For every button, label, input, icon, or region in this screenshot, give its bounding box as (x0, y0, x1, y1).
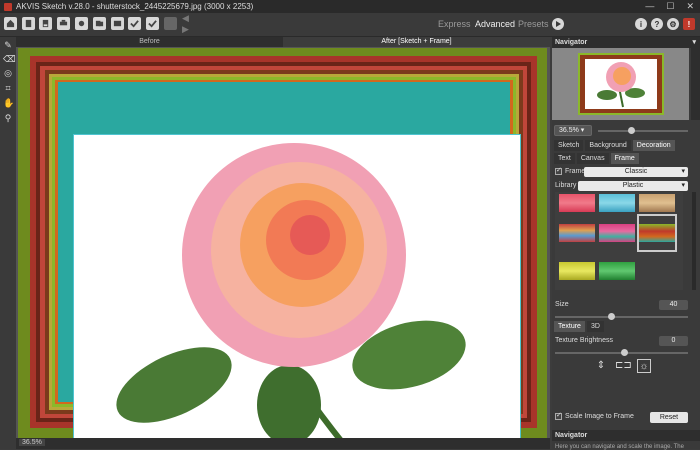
navigator-photo-thumbnail (585, 59, 657, 109)
tab-canvas[interactable]: Canvas (576, 153, 609, 164)
help-icon[interactable]: ? (651, 18, 663, 30)
size-slider[interactable] (555, 313, 688, 320)
size-slider-knob[interactable] (608, 313, 615, 320)
zoom-slider-knob[interactable] (628, 127, 635, 134)
preset-tan[interactable] (639, 194, 675, 212)
status-bar: 36.5% (16, 438, 550, 449)
texture-brightness-slider[interactable] (555, 349, 688, 356)
frame-presets-grid (555, 192, 683, 290)
run-play-icon[interactable] (552, 18, 564, 30)
eraser-tool-icon[interactable]: ⌫ (3, 54, 16, 64)
tab-texture[interactable]: Texture (554, 321, 585, 332)
share-icon[interactable] (75, 17, 88, 30)
navigator-header: Navigator ▾ (552, 37, 700, 48)
app-logo-icon (4, 2, 12, 11)
frame-checkbox[interactable] (555, 166, 562, 175)
tab-frame[interactable]: Frame (610, 153, 639, 164)
tab-after[interactable]: After [Sketch + Frame] (283, 37, 550, 47)
scale-image-label: Scale Image to Frame (565, 413, 634, 420)
reset-button[interactable]: Reset (650, 412, 688, 423)
mode-express-tab[interactable]: Express (438, 19, 471, 29)
preset-yellow[interactable] (559, 262, 595, 280)
zoom-tool-icon[interactable]: ⚲ (3, 113, 13, 123)
tab-decoration[interactable]: Decoration (632, 140, 675, 151)
fit-vertical-icon[interactable]: ⇕ (594, 359, 608, 373)
frame-label: Frame (565, 168, 586, 175)
stamp-tool-icon[interactable]: ◎ (3, 68, 13, 78)
preset-green[interactable] (599, 262, 635, 280)
apply-icon[interactable] (128, 17, 141, 30)
zoom-select[interactable]: 36.5% ▾ (554, 125, 592, 136)
print-icon[interactable] (57, 17, 70, 30)
open-icon[interactable] (22, 17, 35, 30)
mode-presets-tab[interactable]: Presets (518, 19, 549, 29)
zoom-level-status: 36.5% (19, 439, 45, 446)
zoom-slider[interactable] (598, 127, 688, 134)
close-button[interactable]: ✕ (686, 1, 694, 12)
undo-icon[interactable] (164, 17, 177, 30)
settings-tabs: Sketch Background Decoration (554, 140, 675, 151)
maximize-button[interactable]: ☐ (666, 1, 674, 12)
navigator-scroll[interactable] (691, 48, 700, 120)
preset-multicolor-2[interactable] (599, 224, 635, 242)
settings-panel: Navigator ▾ 36.5% ▾ Sketch Background De… (552, 37, 700, 450)
title-bar: AKVIS Sketch v.28.0 - shutterstock_24452… (0, 0, 700, 13)
tab-sketch[interactable]: Sketch (554, 140, 584, 151)
decoration-tabs: Text Canvas Frame (554, 153, 639, 164)
preset-cyan[interactable] (599, 194, 635, 212)
book-icon[interactable]: ⊏⊐ (615, 359, 632, 373)
save-icon[interactable] (39, 17, 52, 30)
preferences-icon[interactable] (111, 17, 124, 30)
navigator-preview[interactable] (552, 48, 689, 120)
library-select[interactable]: Plastic (578, 181, 688, 191)
help-title: Navigator (555, 432, 588, 439)
tab-text[interactable]: Text (554, 153, 575, 164)
pencil-tool-icon[interactable]: ✎ (3, 40, 13, 50)
navigator-frame-thumbnail (578, 53, 664, 115)
texture-tabs: Texture 3D (554, 321, 604, 332)
home-icon[interactable] (4, 17, 17, 30)
size-value[interactable]: 40 (659, 300, 688, 310)
window-title: AKVIS Sketch v.28.0 - shutterstock_24452… (16, 2, 254, 11)
frame-style-select[interactable]: Classic (584, 167, 688, 177)
tab-background[interactable]: Background (585, 140, 631, 151)
main-toolbar: ◀ ▶ Express Advanced Presets i ? ⚙ ! (0, 13, 700, 37)
image-canvas[interactable] (16, 47, 550, 449)
brightness-icon[interactable]: ☼ (637, 359, 651, 373)
check-icon[interactable] (146, 17, 159, 30)
minimize-button[interactable]: — (645, 1, 654, 12)
about-info-icon[interactable]: i (635, 18, 647, 30)
notification-icon[interactable]: ! (683, 18, 695, 30)
redo-icon[interactable]: ◀ ▶ (182, 13, 195, 34)
panel-menu-icon[interactable]: ▾ (692, 37, 696, 48)
tools-panel: ✎ ⌫ ◎ ⌗ ✋ ⚲ (0, 37, 16, 449)
preset-selection-outline (637, 214, 677, 252)
rose-image (73, 134, 521, 449)
texture-brightness-value[interactable]: 0 (659, 336, 688, 346)
texture-brightness-label: Texture Brightness (555, 337, 613, 344)
help-text: Here you can navigate and scale the imag… (555, 444, 684, 450)
presets-scrollbar[interactable] (692, 192, 696, 290)
mode-advanced-tab[interactable]: Advanced (475, 19, 515, 29)
size-label: Size (555, 301, 569, 308)
tab-before[interactable]: Before (16, 37, 283, 47)
scale-image-checkbox[interactable] (555, 411, 562, 420)
preset-red[interactable] (559, 194, 595, 212)
hand-tool-icon[interactable]: ✋ (3, 98, 14, 108)
texture-brightness-knob[interactable] (621, 349, 628, 356)
help-header: Navigator (552, 430, 700, 441)
batch-icon[interactable] (93, 17, 106, 30)
navigator-title: Navigator (555, 39, 588, 46)
tab-3d[interactable]: 3D (586, 321, 604, 332)
preset-multicolor-1[interactable] (559, 224, 595, 242)
library-label: Library (555, 182, 577, 189)
view-tabs: Before After [Sketch + Frame] (16, 37, 550, 47)
settings-gear-icon[interactable]: ⚙ (667, 18, 679, 30)
crop-tool-icon[interactable]: ⌗ (3, 83, 13, 93)
